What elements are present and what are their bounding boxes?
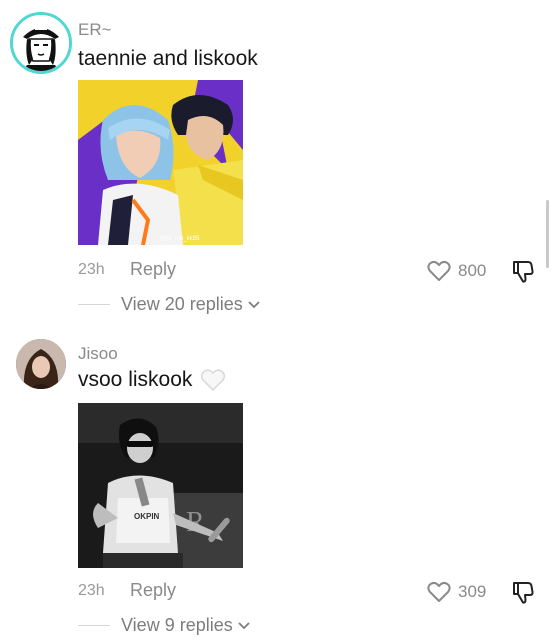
reply-button[interactable]: Reply bbox=[130, 580, 176, 601]
white-heart-emoji-icon bbox=[201, 369, 226, 391]
comment-time: 23h bbox=[78, 582, 105, 599]
avatar[interactable] bbox=[10, 12, 72, 74]
avatar-photo bbox=[16, 339, 66, 389]
like-count: 309 bbox=[458, 582, 487, 601]
heart-outline-icon bbox=[427, 581, 451, 602]
like-button[interactable]: 309 bbox=[426, 580, 486, 604]
comment-meta: 23h Reply 800 bbox=[78, 259, 538, 283]
like-count: 800 bbox=[458, 261, 487, 280]
view-replies-label: View 20 replies bbox=[121, 294, 243, 314]
comment-text-body: vsoo liskook bbox=[78, 368, 193, 391]
reply-button[interactable]: Reply bbox=[130, 259, 176, 280]
comment-time: 23h bbox=[78, 261, 105, 278]
view-replies-label: View 9 replies bbox=[121, 615, 233, 635]
heart-outline-icon bbox=[427, 260, 451, 281]
avatar[interactable] bbox=[16, 339, 66, 389]
dislike-icon bbox=[513, 582, 534, 604]
comment-username[interactable]: Jisoo bbox=[78, 344, 118, 364]
image-overlay-text: OKPIN bbox=[134, 512, 160, 521]
dislike-button[interactable] bbox=[510, 579, 536, 610]
chevron-down-icon bbox=[238, 621, 250, 629]
divider-line bbox=[78, 304, 110, 305]
comment-username[interactable]: ER~ bbox=[78, 20, 112, 40]
view-replies-button[interactable]: View 20 replies bbox=[78, 294, 261, 315]
chevron-down-icon bbox=[248, 300, 260, 308]
dislike-button[interactable] bbox=[510, 258, 536, 289]
comment-text: vsoo liskook bbox=[78, 368, 226, 392]
like-button[interactable]: 800 bbox=[426, 259, 486, 283]
comment-meta: 23h Reply 309 bbox=[78, 580, 538, 604]
comment-text: taennie and liskook bbox=[78, 47, 258, 70]
image-watermark: @lis_me_kk85 bbox=[160, 236, 200, 242]
view-replies-button[interactable]: View 9 replies bbox=[78, 615, 251, 636]
comment-image-art: R OKPIN bbox=[78, 403, 243, 568]
comment-image[interactable]: R OKPIN bbox=[78, 403, 243, 568]
comment-image-art: @lis_me_kk85 bbox=[78, 80, 243, 245]
scrollbar[interactable] bbox=[546, 200, 549, 268]
divider-line bbox=[78, 625, 110, 626]
comment-image[interactable]: @lis_me_kk85 bbox=[78, 80, 243, 245]
avatar-illustration bbox=[13, 15, 69, 71]
dislike-icon bbox=[513, 261, 534, 283]
